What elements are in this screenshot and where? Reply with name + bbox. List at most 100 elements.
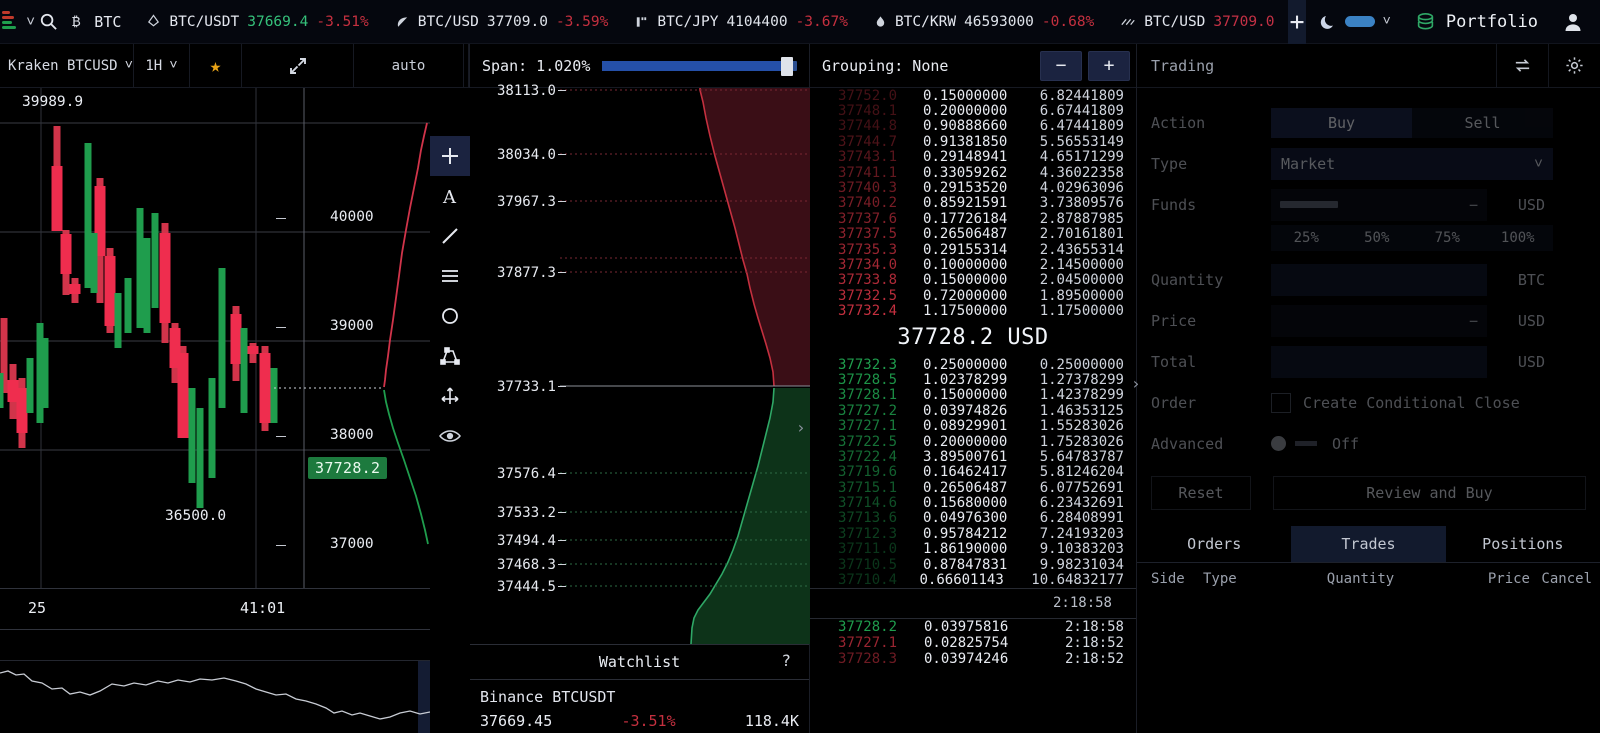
ticker-pair: BTC/USDT xyxy=(169,13,240,30)
kraken-logo-icon[interactable] xyxy=(0,9,22,35)
text-a-icon[interactable]: A xyxy=(430,176,470,216)
eye-icon[interactable] xyxy=(430,416,470,456)
ask-row[interactable]: 37741.1 0.33059262 4.36022358 xyxy=(810,164,1136,181)
move-arrows-icon[interactable] xyxy=(430,376,470,416)
ask-row[interactable]: 37752.0 0.15000000 6.82441809 xyxy=(810,88,1136,104)
bid-row[interactable]: 37722.4 3.89500761 5.64783787 xyxy=(810,449,1136,465)
bid-row[interactable]: 37710.4 0.66601143 10.64832177 xyxy=(810,572,1136,588)
horizontal-lines-icon[interactable] xyxy=(430,256,470,296)
scale-mode-button[interactable]: auto xyxy=(354,43,464,88)
total-input[interactable] xyxy=(1271,345,1487,378)
order-type-select[interactable]: Market ˅ xyxy=(1271,147,1553,180)
bid-row[interactable]: 37714.6 0.15680000 6.23432691 xyxy=(810,495,1136,511)
bid-row[interactable]: 37732.3 0.25000000 0.25000000 xyxy=(810,357,1136,373)
chevron-down-icon[interactable]: ˅ xyxy=(1382,13,1390,30)
ask-row[interactable]: 37732.4 1.17500000 1.17500000 xyxy=(810,303,1136,319)
sell-button[interactable]: Sell xyxy=(1412,107,1553,138)
grouping-increase-button[interactable]: + xyxy=(1088,50,1130,81)
circle-icon[interactable] xyxy=(430,296,470,336)
y-axis-label-1: 39000 xyxy=(330,318,374,334)
bid-row[interactable]: 37710.5 0.87847831 9.98231034 xyxy=(810,557,1136,573)
ask-row[interactable]: 37737.5 0.26506487 2.70161801 xyxy=(810,226,1136,242)
tab-orders[interactable]: Orders xyxy=(1137,526,1291,562)
review-and-buy-button[interactable]: Review and Buy xyxy=(1273,476,1586,510)
ticker-btc-krw-3[interactable]: BTC/KRW 46593000 -0.68% xyxy=(861,14,1107,30)
price-dash: − xyxy=(1468,311,1478,330)
funds-percent-75[interactable]: 75% xyxy=(1412,225,1483,251)
ask-total: 4.36022358 xyxy=(1039,164,1124,181)
add-tab-button[interactable]: + xyxy=(1287,0,1307,44)
interval-selector[interactable]: 1H ˅ xyxy=(134,43,190,88)
ask-row[interactable]: 37743.1 0.29148941 4.65171299 xyxy=(810,149,1136,166)
span-slider[interactable] xyxy=(602,56,797,76)
funds-percent-50[interactable]: 50% xyxy=(1341,225,1412,251)
trading-panel-collapse-chevron[interactable]: › xyxy=(1131,374,1145,393)
bid-row[interactable]: 37727.1 0.08929901 1.55283026 xyxy=(810,418,1136,434)
theme-toggle[interactable]: ˅ xyxy=(1306,13,1400,31)
quantity-input[interactable] xyxy=(1271,263,1487,296)
bid-row[interactable]: 37711.0 1.86190000 9.10383203 xyxy=(810,541,1136,557)
mini-overview-chart[interactable] xyxy=(0,660,431,733)
buy-button[interactable]: Buy xyxy=(1271,107,1412,138)
bid-row[interactable]: 37715.1 0.26506487 6.07752691 xyxy=(810,480,1136,496)
ticker-btc-usdt-0[interactable]: BTC/USDT 37669.4 -3.51% xyxy=(133,14,381,30)
theme-toggle-pill[interactable] xyxy=(1345,16,1376,27)
reset-button[interactable]: Reset xyxy=(1151,476,1251,510)
bid-row[interactable]: 37728.5 1.02378299 1.27378299 xyxy=(810,372,1136,388)
conditional-close-checkbox[interactable] xyxy=(1271,392,1291,413)
ask-row[interactable]: 37744.7 0.91381850 5.56553149 xyxy=(810,134,1136,150)
bid-row[interactable]: 37712.3 0.95784212 7.24193203 xyxy=(810,526,1136,542)
bid-row[interactable]: 37719.6 0.16462417 5.81246204 xyxy=(810,464,1136,480)
plus-icon[interactable] xyxy=(430,136,470,176)
user-avatar-icon[interactable] xyxy=(1552,11,1600,33)
question-mark-icon[interactable]: ? xyxy=(781,651,791,670)
ask-row[interactable]: 37733.8 0.15000000 2.04500000 xyxy=(810,272,1136,288)
ticker-btc-usd-1[interactable]: BTC/USD 37709.0 -3.59% xyxy=(382,14,622,30)
depth-chart[interactable]: 38113.0 38034.0 37967.3 37877.3 37733.1 … xyxy=(470,83,810,645)
ask-row[interactable]: 37737.6 0.17726184 2.87887985 xyxy=(810,211,1136,227)
ask-row[interactable]: 37732.5 0.72000000 1.89500000 xyxy=(810,288,1136,304)
ask-row[interactable]: 37735.3 0.29155314 2.43655314 xyxy=(810,242,1136,258)
search-icon[interactable] xyxy=(39,12,58,31)
svg-text:₿: ₿ xyxy=(72,14,81,30)
diagonal-line-icon[interactable] xyxy=(430,216,470,256)
bid-row[interactable]: 37728.1 0.15000000 1.42378299 xyxy=(810,387,1136,403)
favorite-star-icon[interactable]: ★ xyxy=(190,43,242,88)
bid-row[interactable]: 37722.5 0.20000000 1.75283026 xyxy=(810,434,1136,450)
ask-row[interactable]: 37734.0 0.10000000 2.14500000 xyxy=(810,257,1136,273)
ask-row[interactable]: 37740.2 0.85921591 3.73809576 xyxy=(810,195,1136,211)
bid-row[interactable]: 37713.6 0.04976300 6.28408991 xyxy=(810,510,1136,526)
sync-icon[interactable] xyxy=(1496,43,1548,88)
ask-total: 4.65171299 xyxy=(1039,149,1124,166)
ticker-btc-usd-4[interactable]: BTC/USD 37709.0 xyxy=(1107,14,1287,30)
depth-ask-label-0: 38113.0 xyxy=(496,83,556,99)
ticker-btc-jpy-2[interactable]: BTC/JPY 4104400 -3.67% xyxy=(621,14,861,30)
btc-symbol-chip[interactable]: ₿ BTC xyxy=(58,13,133,31)
gear-icon[interactable] xyxy=(1548,43,1600,88)
moon-icon xyxy=(1320,13,1338,31)
watchlist-item-name[interactable]: Binance BTCUSDT xyxy=(470,680,809,706)
grouping-decrease-button[interactable]: − xyxy=(1040,50,1082,81)
polygon-icon[interactable] xyxy=(430,336,470,376)
y-axis-label-0: 40000 xyxy=(330,209,374,225)
symbol-selector[interactable]: Kraken BTCUSD ˅ xyxy=(0,43,134,88)
ask-row[interactable]: 37744.8 0.90888660 6.47441809 xyxy=(810,118,1136,134)
ask-row[interactable]: 37740.3 0.29153520 4.02963096 xyxy=(810,180,1136,196)
chevron-down-icon[interactable]: ˅ xyxy=(22,12,39,31)
ask-row[interactable]: 37748.1 0.20000000 6.67441809 xyxy=(810,103,1136,119)
funds-percent-25[interactable]: 25% xyxy=(1271,225,1342,251)
funds-input[interactable]: − xyxy=(1271,188,1487,221)
time-tick-0: 25 xyxy=(28,599,47,617)
expand-arrows-icon[interactable] xyxy=(242,43,354,88)
price-input[interactable]: − xyxy=(1271,304,1487,337)
chart-body[interactable]: 39989.9 36500.0 40000 39000 38000 37000 … xyxy=(0,88,486,733)
tab-trades[interactable]: Trades xyxy=(1291,526,1446,562)
portfolio-button[interactable]: Portfolio xyxy=(1401,11,1552,32)
advanced-toggle[interactable]: Off xyxy=(1271,435,1359,453)
funds-percent-100[interactable]: 100% xyxy=(1482,225,1553,251)
tab-positions[interactable]: Positions xyxy=(1446,526,1600,562)
span-slider-knob[interactable] xyxy=(781,56,794,76)
bid-row[interactable]: 37727.2 0.03974826 1.46353125 xyxy=(810,403,1136,419)
y-axis-label-3: 37000 xyxy=(330,536,374,552)
depth-panel-collapse-chevron[interactable]: › xyxy=(796,418,810,437)
